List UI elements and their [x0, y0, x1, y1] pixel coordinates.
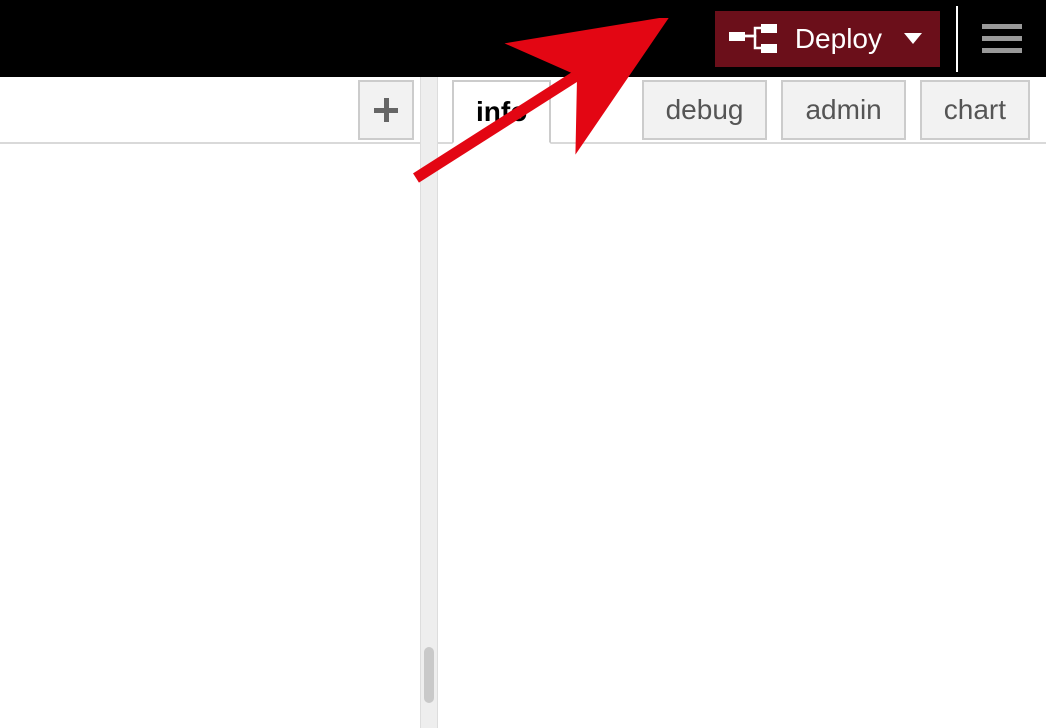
- plus-icon: [374, 98, 398, 122]
- tab-label: info: [476, 96, 527, 128]
- sidebar-tab-bar: info debug admin chart: [438, 77, 1046, 144]
- deploy-button[interactable]: Deploy: [715, 11, 940, 67]
- main-menu-button[interactable]: [958, 0, 1046, 77]
- app-header: Deploy: [0, 0, 1046, 77]
- workspace-tabs-bar: [0, 77, 420, 144]
- split-divider[interactable]: [420, 77, 438, 728]
- hamburger-icon: [982, 24, 1022, 54]
- tab-label: chart: [944, 94, 1006, 126]
- tab-label: admin: [805, 94, 881, 126]
- content-area: info debug admin chart: [0, 77, 1046, 728]
- deploy-nodes-icon: [729, 24, 777, 54]
- sidebar-panel: info debug admin chart: [438, 77, 1046, 728]
- tab-admin[interactable]: admin: [781, 80, 905, 140]
- tab-debug[interactable]: debug: [642, 80, 768, 140]
- tab-info[interactable]: info: [452, 80, 551, 144]
- chevron-down-icon: [904, 33, 922, 45]
- scrollbar-thumb[interactable]: [424, 647, 434, 703]
- add-flow-tab-button[interactable]: [358, 80, 414, 140]
- tab-chart[interactable]: chart: [920, 80, 1030, 140]
- tab-label: debug: [666, 94, 744, 126]
- deploy-button-label: Deploy: [795, 23, 882, 55]
- tab-group-right: debug admin chart: [642, 80, 1046, 140]
